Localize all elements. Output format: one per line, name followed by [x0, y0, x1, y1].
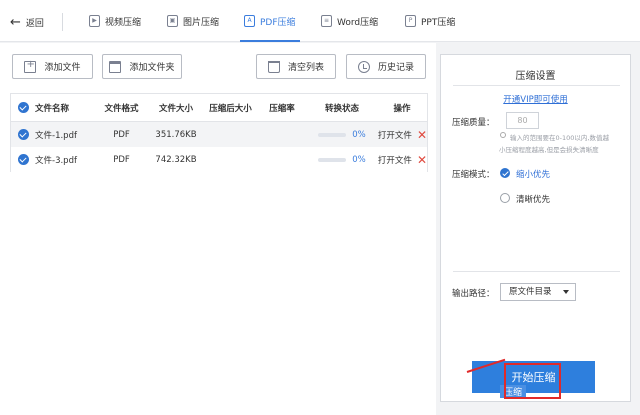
col-size: 文件大小	[158, 103, 193, 114]
row-checkbox[interactable]	[17, 154, 29, 165]
file-list-panel: 添加文件 添加文件夹 清空列表 历史记录 文件名称 文件格式 文件大小 压缩后大…	[0, 43, 436, 415]
trash-icon	[267, 60, 280, 73]
history-button[interactable]: 历史记录	[346, 54, 426, 79]
compress-settings-panel: 压缩设置 开通VIP即可使用 压缩质量： 80 输入的范围要在0-100以内,数…	[440, 54, 631, 402]
history-label: 历史记录	[377, 63, 414, 73]
output-path-label: 输出路径：	[452, 289, 495, 299]
table-header: 文件名称 文件格式 文件大小 压缩后大小 压缩率 转换状态 操作	[11, 94, 427, 122]
divider	[453, 85, 620, 86]
quality-hint-line1: 输入的范围要在0-100以内,数值越	[510, 134, 609, 142]
col-after-size: 压缩后大小	[209, 103, 252, 114]
ppt-file-icon: P	[405, 15, 416, 27]
divider	[453, 271, 620, 272]
progress-bar	[318, 157, 347, 162]
file-name: 文件-3.pdf	[35, 155, 77, 166]
nav-divider	[62, 13, 63, 31]
quality-input[interactable]: 80	[506, 112, 539, 129]
file-table: 文件名称 文件格式 文件大小 压缩后大小 压缩率 转换状态 操作 文件-1.pd…	[10, 93, 428, 172]
video-file-icon: ▶	[89, 15, 100, 27]
back-button[interactable]: ← 返回	[10, 14, 44, 30]
output-path-select[interactable]: 原文件目录	[500, 283, 576, 301]
settings-title: 压缩设置	[515, 71, 556, 82]
open-file-link[interactable]: 打开文件	[378, 154, 412, 166]
tab-label: Word压缩	[337, 17, 379, 28]
top-nav-bar: ← 返回 ▶ 视频压缩 ▣ 图片压缩 A PDF压缩 ≡ Word压缩 P PP…	[0, 0, 640, 42]
progress-percent: 0%	[352, 154, 366, 165]
progress-bar	[318, 132, 347, 137]
file-size: 742.32KB	[155, 154, 197, 165]
tab-word-compress[interactable]: ≡ Word压缩	[321, 0, 378, 42]
back-arrow-icon: ←	[10, 14, 21, 30]
folder-icon	[109, 60, 122, 73]
chevron-down-icon	[563, 290, 569, 294]
info-icon	[500, 132, 506, 138]
back-label: 返回	[25, 18, 44, 29]
tab-label: PPT压缩	[421, 17, 456, 28]
tab-label: PDF压缩	[260, 17, 296, 28]
add-file-button[interactable]: 添加文件	[12, 54, 93, 79]
row-checkbox[interactable]	[17, 129, 29, 140]
tab-video-compress[interactable]: ▶ 视频压缩	[89, 0, 141, 42]
select-all-checkbox[interactable]	[17, 102, 29, 113]
tab-label: 视频压缩	[105, 17, 142, 28]
table-row[interactable]: 文件-3.pdf PDF 742.32KB 0% 打开文件 ✕	[11, 147, 427, 172]
word-file-icon: ≡	[321, 15, 332, 27]
delete-icon[interactable]: ✕	[417, 154, 427, 166]
col-action: 操作	[393, 103, 411, 114]
file-size: 351.76KB	[155, 129, 197, 140]
add-folder-label: 添加文件夹	[129, 63, 175, 73]
quality-hint-line2: 小压缩程度越高,但是会损失清晰度	[499, 146, 599, 154]
row-actions: 打开文件 ✕	[377, 154, 427, 166]
image-file-icon: ▣	[167, 15, 178, 27]
tab-ppt-compress[interactable]: P PPT压缩	[405, 0, 455, 42]
col-name: 文件名称	[35, 103, 70, 114]
table-row[interactable]: 文件-1.pdf PDF 351.76KB 0% 打开文件 ✕	[11, 122, 427, 147]
col-ratio: 压缩率	[269, 103, 295, 114]
clear-list-label: 清空列表	[287, 63, 324, 73]
highlight-box	[504, 363, 561, 399]
add-file-icon	[24, 59, 37, 73]
tab-pdf-compress[interactable]: A PDF压缩	[240, 0, 300, 42]
radio-shrink-priority[interactable]	[500, 168, 510, 178]
conversion-status: 0%	[307, 155, 377, 165]
mode-option-clarity[interactable]: 清晰优先	[516, 193, 550, 205]
pdf-file-icon: A	[244, 15, 255, 27]
col-status: 转换状态	[324, 103, 359, 114]
tab-label: 图片压缩	[183, 17, 220, 28]
add-file-label: 添加文件	[44, 63, 81, 73]
vip-link[interactable]: 开通VIP即可使用	[441, 93, 630, 105]
mode-option-shrink[interactable]: 缩小优先	[516, 168, 550, 180]
clock-icon	[357, 60, 370, 73]
clear-list-button[interactable]: 清空列表	[256, 54, 336, 79]
file-format: PDF	[113, 154, 130, 165]
radio-clarity-priority[interactable]	[500, 193, 510, 203]
quality-label: 压缩质量：	[452, 118, 495, 128]
file-name: 文件-1.pdf	[35, 130, 77, 141]
conversion-status: 0%	[307, 130, 377, 140]
file-format: PDF	[113, 129, 130, 140]
add-folder-button[interactable]: 添加文件夹	[102, 54, 182, 79]
progress-percent: 0%	[352, 129, 366, 140]
tab-image-compress[interactable]: ▣ 图片压缩	[167, 0, 219, 42]
mode-label: 压缩模式：	[452, 170, 495, 180]
delete-icon[interactable]: ✕	[417, 129, 427, 141]
open-file-link[interactable]: 打开文件	[378, 129, 412, 141]
output-path-value: 原文件目录	[509, 287, 552, 297]
row-actions: 打开文件 ✕	[377, 129, 427, 141]
col-format: 文件格式	[104, 103, 139, 114]
